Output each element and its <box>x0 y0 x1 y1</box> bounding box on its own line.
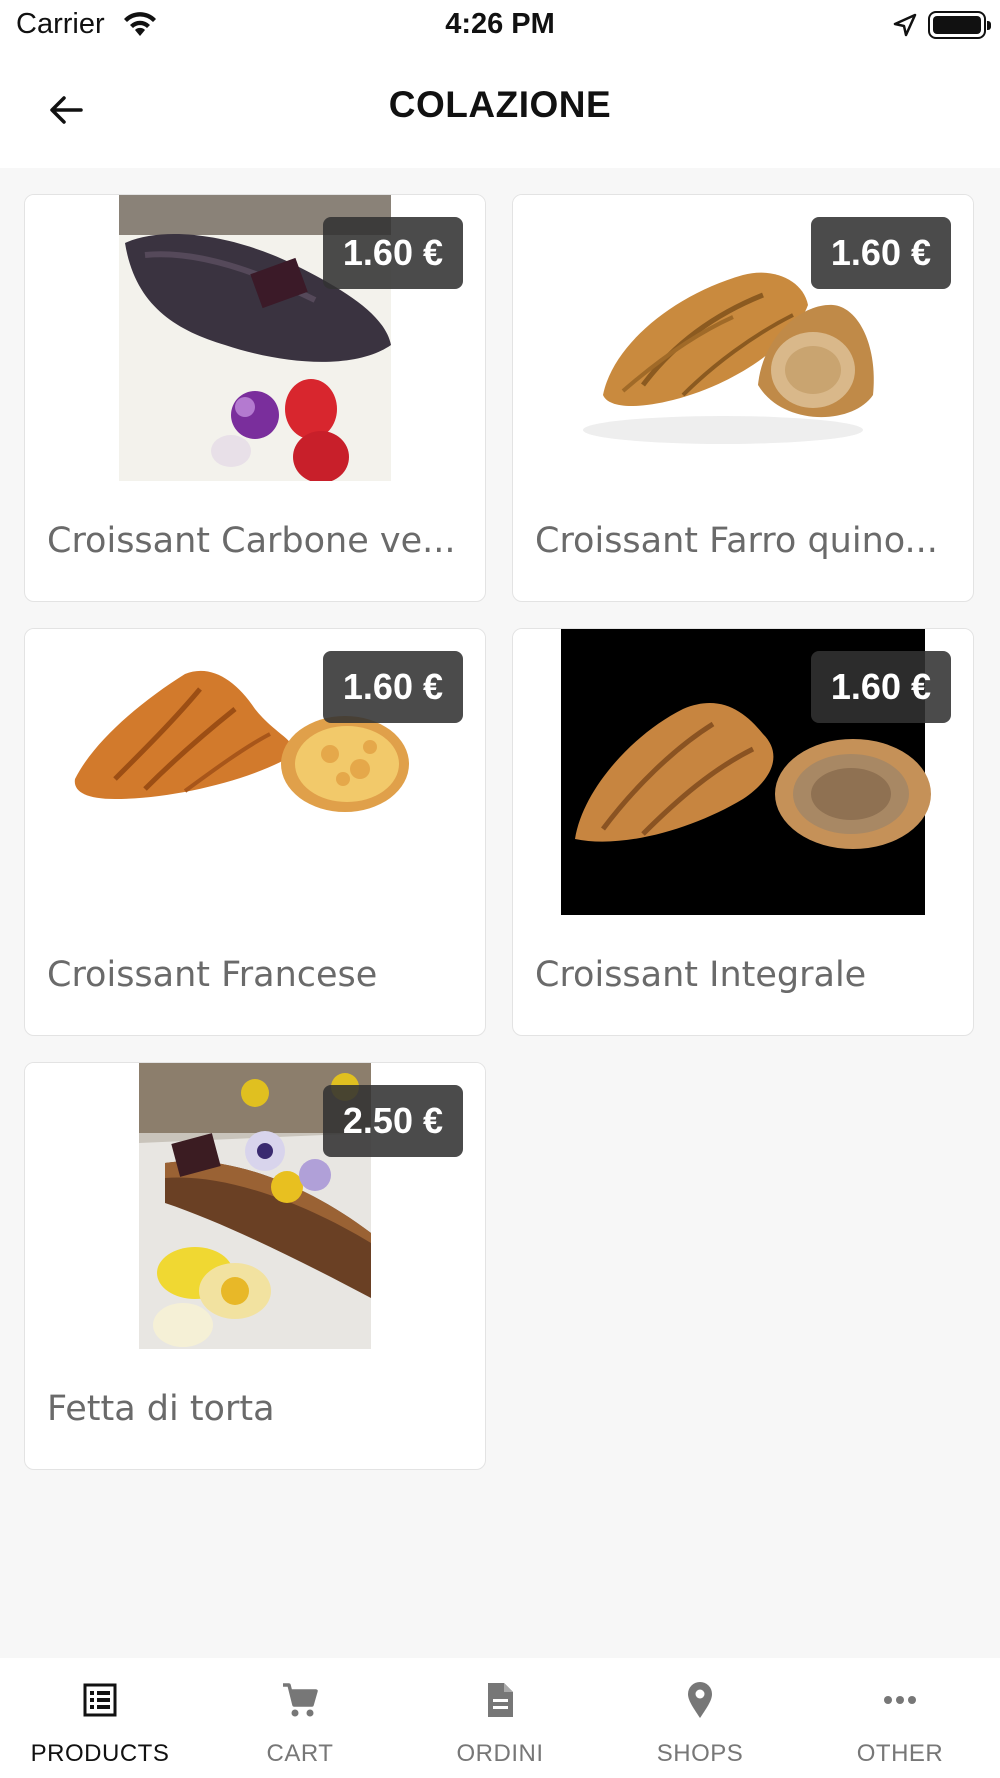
price-badge: 1.60 € <box>322 217 463 289</box>
product-card[interactable]: 1.60 € Croissant Farro quino... <box>512 194 974 602</box>
location-arrow-icon <box>893 13 917 37</box>
product-image: 2.50 € <box>25 1063 485 1349</box>
battery-icon <box>928 11 991 39</box>
product-name: Croissant Francese <box>47 955 378 995</box>
page-title: COLAZIONE <box>388 84 612 125</box>
price-badge: 2.50 € <box>322 1085 463 1157</box>
price-badge: 1.60 € <box>322 651 463 723</box>
product-name: Croissant Integrale <box>535 955 867 995</box>
tab-label: CART <box>266 1740 334 1767</box>
cart-icon <box>283 1683 318 1717</box>
status-bar: Carrier 4:26 PM <box>0 0 1000 52</box>
product-image: 1.60 € <box>513 195 973 481</box>
product-card[interactable]: 1.60 € Croissant Carbone ve... <box>24 194 486 602</box>
tab-products[interactable]: PRODUCTS <box>0 1658 200 1778</box>
product-card[interactable]: 1.60 € Croissant Integrale <box>512 628 974 1036</box>
product-card[interactable]: 1.60 € Croissant Francese <box>24 628 486 1036</box>
product-name: Croissant Carbone ve... <box>47 521 456 561</box>
document-icon <box>488 1683 513 1717</box>
tab-label: PRODUCTS <box>30 1740 170 1767</box>
product-name: Croissant Farro quino... <box>535 521 938 561</box>
tab-ordini[interactable]: ORDINI <box>400 1658 600 1778</box>
price-badge: 1.60 € <box>810 651 951 723</box>
tab-other[interactable]: OTHER <box>800 1658 1000 1778</box>
tab-cart[interactable]: CART <box>200 1658 400 1778</box>
product-card[interactable]: 2.50 € Fetta di torta <box>24 1062 486 1470</box>
tab-bar: PRODUCTS CART ORDINI SHOPS OTHER <box>0 1658 1000 1778</box>
list-icon <box>83 1683 117 1717</box>
tab-label: SHOPS <box>656 1740 744 1767</box>
product-name: Fetta di torta <box>47 1389 275 1429</box>
nav-header: COLAZIONE <box>0 52 1000 168</box>
tab-label: ORDINI <box>456 1740 544 1767</box>
price-badge: 1.60 € <box>810 217 951 289</box>
product-image: 1.60 € <box>25 195 485 481</box>
product-image: 1.60 € <box>25 629 485 915</box>
more-dots-icon <box>884 1696 916 1704</box>
tab-shops[interactable]: SHOPS <box>600 1658 800 1778</box>
product-image: 1.60 € <box>513 629 973 915</box>
tab-label: OTHER <box>856 1740 944 1767</box>
map-pin-icon <box>688 1682 712 1718</box>
clock: 4:26 PM <box>445 8 555 40</box>
